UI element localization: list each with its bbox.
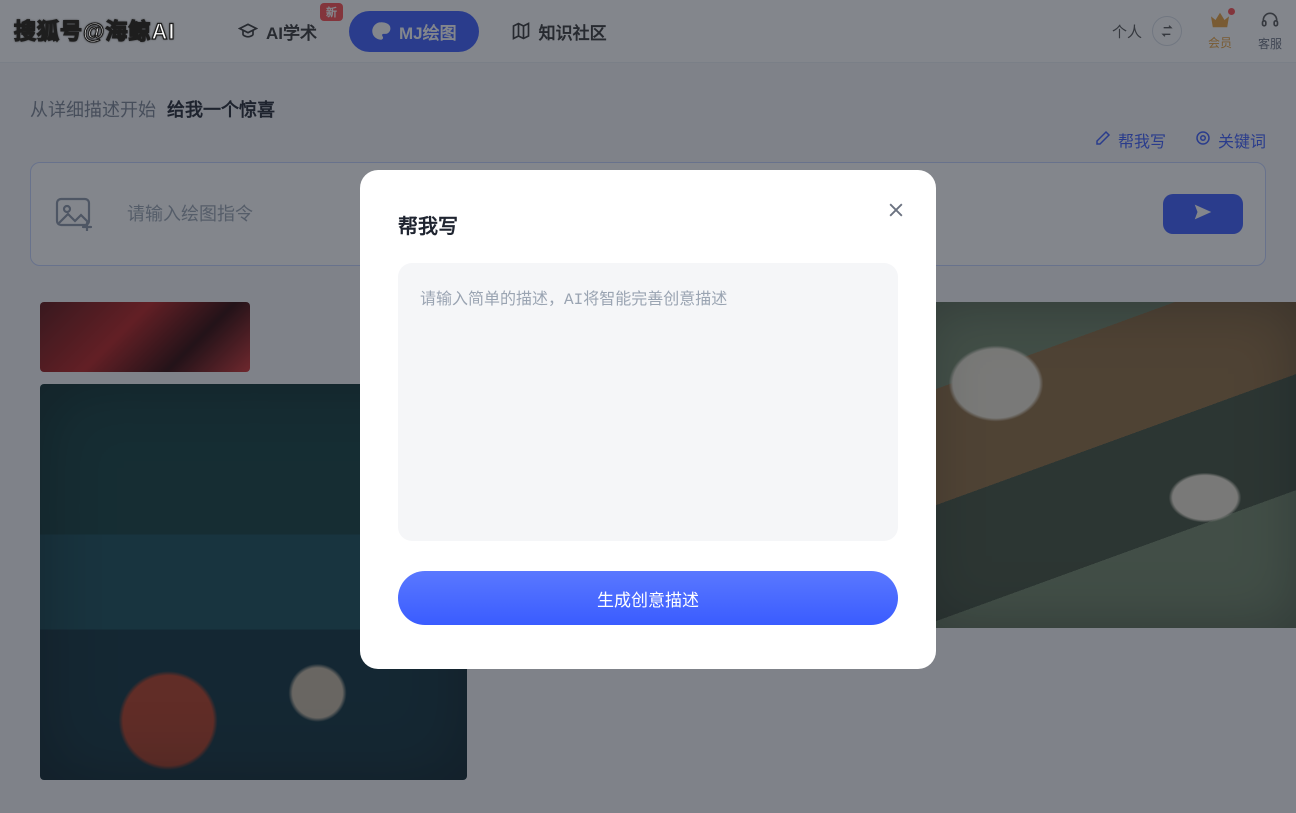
help-write-modal: 帮我写 生成创意描述 bbox=[360, 170, 936, 669]
modal-overlay[interactable]: 帮我写 生成创意描述 bbox=[0, 0, 1296, 813]
close-button[interactable] bbox=[886, 200, 906, 225]
modal-textarea-wrap bbox=[398, 263, 898, 541]
generate-description-button[interactable]: 生成创意描述 bbox=[398, 571, 898, 625]
close-icon bbox=[886, 207, 906, 224]
modal-textarea[interactable] bbox=[420, 285, 876, 519]
modal-title: 帮我写 bbox=[398, 210, 898, 239]
